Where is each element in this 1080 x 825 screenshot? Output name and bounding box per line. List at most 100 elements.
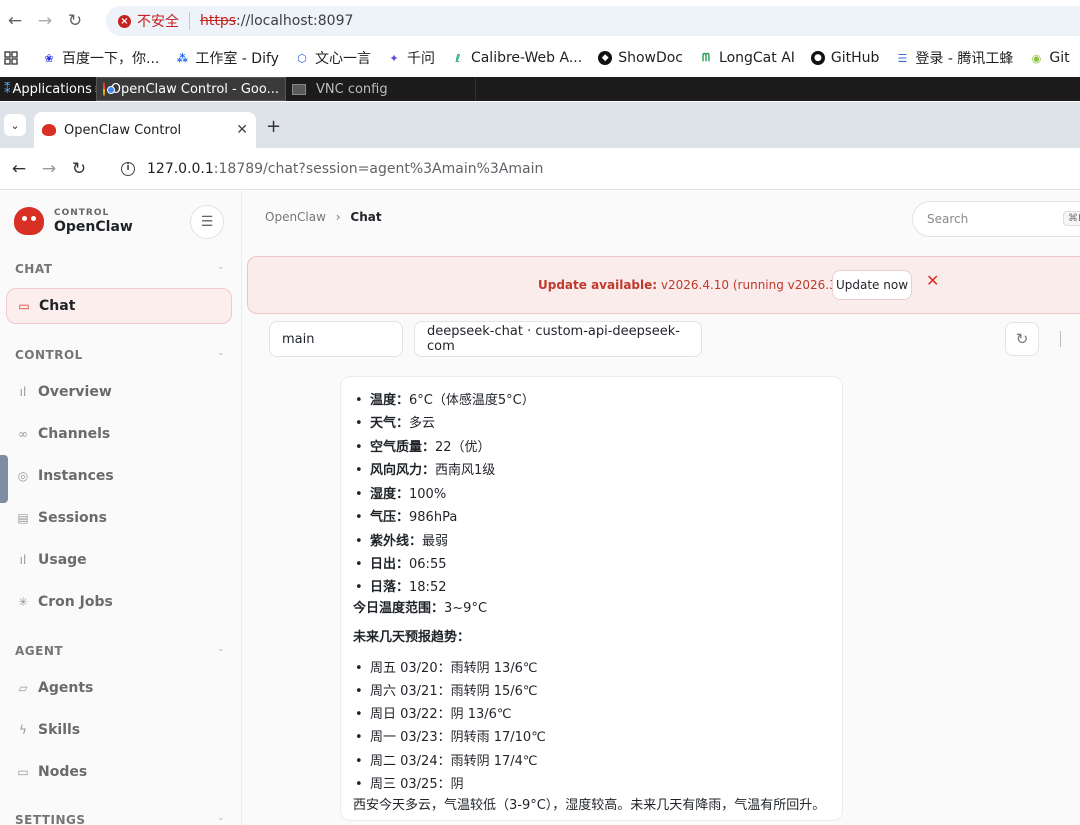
bookmark-tencent[interactable]: ☰ 登录 - 腾讯工蜂 (895, 48, 1013, 68)
back-icon[interactable]: ← (0, 6, 30, 36)
window-icon (292, 83, 306, 95)
model-selector[interactable]: deepseek-chat · custom-api-deepseek-com (414, 321, 702, 357)
wenxin-icon: ⬡ (297, 51, 307, 65)
list-item: 周二 03/24：雨转阴 17/4℃ (355, 750, 538, 769)
session-selector[interactable]: main (269, 321, 403, 357)
inner-tab-strip: ⌄ OpenClaw Control ✕ + (0, 102, 1080, 148)
bookmark-github[interactable]: ● GitHub (810, 50, 879, 66)
bar-chart-icon: ıl (19, 553, 27, 567)
sidebar-item-cron-jobs[interactable]: ✳ Cron Jobs (6, 584, 232, 620)
bookmark-dify[interactable]: ⁂ 工作室 - Dify (175, 48, 279, 68)
bookmark-wenxin[interactable]: ⬡ 文心一言 (295, 48, 371, 68)
list-item: 周日 03/22：阴 13/6℃ (355, 703, 512, 722)
sidebar-item-nodes[interactable]: ▭ Nodes (6, 754, 232, 790)
sidebar-item-agents[interactable]: ▱ Agents (6, 670, 232, 706)
sidebar-item-chat[interactable]: ▭ Chat (6, 288, 232, 324)
hamburger-menu-icon[interactable]: ☰ (190, 205, 224, 239)
chevron-down-icon: ⌄ (216, 348, 225, 358)
dify-icon: ⁂ (176, 51, 188, 65)
apps-grid-icon[interactable] (4, 51, 18, 65)
bookmark-longcat[interactable]: ᗰ LongCat AI (699, 50, 795, 66)
sidebar-item-usage[interactable]: ıl Usage (6, 542, 232, 578)
outer-address-bar[interactable]: × 不安全 https ://localhost:8097 (106, 6, 1080, 36)
list-item: 紫外线：最弱 (355, 530, 448, 549)
list-item: 日落：18:52 (355, 576, 446, 595)
loader-icon: ✳ (17, 595, 29, 609)
list-item: 风向风力：西南风1级 (355, 459, 495, 478)
zap-icon: ϟ (19, 723, 27, 737)
main-panel: OpenClaw › Chat Search ⌘K Update availab… (243, 191, 1080, 825)
section-settings-header[interactable]: SETTINGS ⌄ (15, 813, 225, 825)
update-now-button[interactable]: Update now (832, 270, 912, 300)
list-item: 天气：多云 (355, 412, 435, 431)
list-item: 日出：06:55 (355, 553, 446, 572)
task-openclaw[interactable]: OpenClaw Control - Goo... (96, 77, 286, 101)
brand-name: OpenClaw (54, 218, 133, 235)
document-icon: ▤ (17, 511, 29, 525)
task-vnc-config[interactable]: VNC config (286, 77, 476, 101)
openclaw-favicon-icon (42, 124, 56, 136)
sidebar-item-channels[interactable]: ∞ Channels (6, 416, 232, 452)
tab-search-chevron-icon[interactable]: ⌄ (4, 114, 26, 136)
chevron-down-icon: ⌄ (216, 262, 225, 272)
link-icon: ∞ (18, 427, 28, 441)
openclaw-logo-icon (14, 207, 44, 235)
sidebar-item-instances[interactable]: ◎ Instances (6, 458, 232, 494)
paw-icon: ❀ (44, 51, 54, 65)
refresh-icon[interactable]: ↻ (1005, 322, 1039, 356)
forecast-title: 未来几天预报趋势： (353, 630, 471, 645)
sidebar: CONTROL OpenClaw ☰ CHAT ⌄ ▭ Chat CONTROL ⌄ … (0, 191, 242, 825)
update-banner-text: Update available: v2026.4.10 (running v2… (538, 278, 865, 292)
new-tab-icon[interactable]: + (266, 116, 281, 137)
forward-icon[interactable]: → (30, 6, 60, 36)
temperature-range: 今日温度范围：3~9°C (353, 601, 488, 616)
monitor-icon: ▭ (17, 765, 29, 779)
bookmark-showdoc[interactable]: ◆ ShowDoc (598, 50, 683, 66)
section-control-header[interactable]: CONTROL ⌄ (15, 348, 225, 362)
applications-menu[interactable]: ⁑ Applications ≡ (0, 82, 96, 97)
list-item: 空气质量：22（优） (355, 436, 491, 455)
showdoc-icon: ◆ (598, 51, 613, 65)
info-icon[interactable]: i (121, 162, 135, 176)
list-item: 周六 03/21：雨转阴 15/6℃ (355, 680, 538, 699)
reload-icon[interactable]: ↻ (60, 6, 90, 36)
back-icon[interactable]: ← (4, 154, 34, 184)
bookmarks-bar: ❀ 百度一下，你... ⁂ 工作室 - Dify ⬡ 文心一言 ✦ 千问 ℓ Calibr… (0, 42, 1080, 74)
applications-icon: ⁑ (4, 81, 11, 97)
insecure-badge[interactable]: × 不安全 (118, 11, 179, 31)
breadcrumb: OpenClaw › Chat (265, 210, 382, 224)
bookmark-baidu[interactable]: ❀ 百度一下，你... (42, 48, 159, 68)
close-tab-icon[interactable]: ✕ (236, 122, 248, 138)
list-item: 周五 03/20：雨转阴 13/6℃ (355, 657, 538, 676)
chevron-down-icon: ⌄ (216, 813, 225, 823)
vnc-side-handle[interactable] (0, 455, 8, 503)
inner-address-bar[interactable]: i 127.0.0.1:18789/chat?session=agent%3Am… (110, 153, 1080, 185)
git-icon: ◉ (1031, 51, 1042, 65)
reload-icon[interactable]: ↻ (64, 154, 94, 184)
sidebar-item-skills[interactable]: ϟ Skills (6, 712, 232, 748)
section-agent-header[interactable]: AGENT ⌄ (15, 644, 225, 658)
bookmark-calibre[interactable]: ℓ Calibre-Web A... (451, 50, 582, 66)
sidebar-item-sessions[interactable]: ▤ Sessions (6, 500, 232, 536)
chat-icon: ▭ (18, 299, 30, 313)
close-banner-icon[interactable]: ✕ (926, 271, 939, 290)
sidebar-item-overview[interactable]: ıl Overview (6, 374, 232, 410)
bookmark-qianwen[interactable]: ✦ 千问 (387, 48, 435, 68)
calibre-icon: ℓ (455, 51, 461, 65)
search-input[interactable]: Search ⌘K (912, 201, 1080, 237)
list-item: 温度：6°C（体感温度5°C） (355, 389, 535, 408)
bar-chart-icon: ıl (19, 385, 27, 399)
section-chat-header[interactable]: CHAT ⌄ (15, 262, 225, 276)
forward-icon[interactable]: → (34, 154, 64, 184)
breadcrumb-root[interactable]: OpenClaw (265, 210, 326, 224)
qianwen-icon: ✦ (389, 51, 399, 65)
radio-icon: ◎ (17, 469, 29, 483)
longcat-icon: ᗰ (702, 51, 710, 64)
tab-openclaw-control[interactable]: OpenClaw Control ✕ (34, 112, 256, 148)
outer-browser-toolbar: ← → ↻ × 不安全 https ://localhost:8097 (0, 0, 1080, 42)
folder-icon: ▱ (18, 681, 28, 695)
bookmark-git[interactable]: ◉ Git (1029, 50, 1070, 66)
url-path: :18789/chat?session=agent%3Amain%3Amain (213, 161, 544, 177)
openclaw-app: CONTROL OpenClaw ☰ CHAT ⌄ ▭ Chat CONTROL ⌄ … (0, 191, 1080, 825)
list-item: 气压：986hPa (355, 506, 457, 525)
